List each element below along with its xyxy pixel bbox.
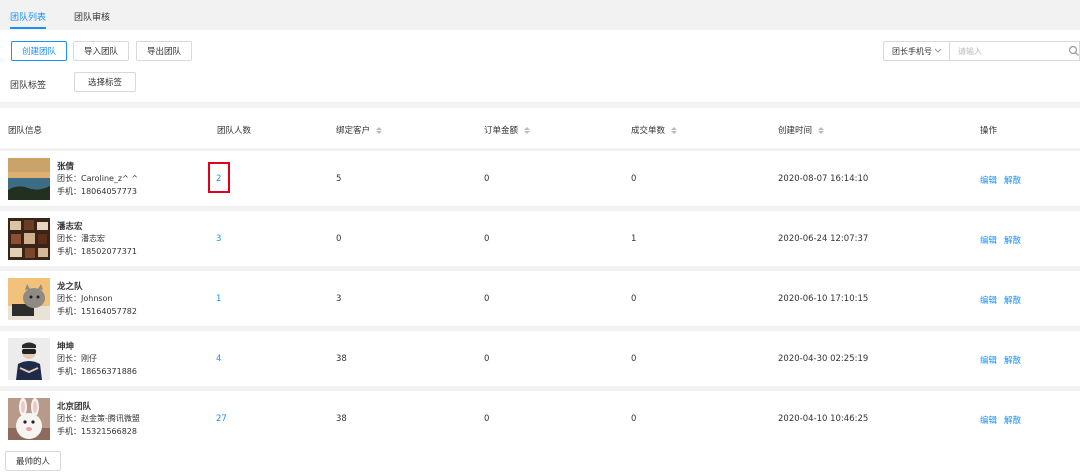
search-field-select[interactable]: 团长手机号 — [883, 41, 949, 61]
edit-button[interactable]: 编辑 — [980, 414, 997, 426]
sort-icon[interactable] — [376, 126, 383, 134]
deal-count: 0 — [631, 354, 637, 364]
create-team-button[interactable]: 创建团队 — [11, 41, 67, 61]
footer-bar: 最帅的人 — [0, 446, 1080, 476]
member-count-link[interactable]: 4 — [216, 354, 221, 364]
deal-count: 0 — [631, 174, 637, 184]
team-phone: 手机：18656371886 — [57, 367, 137, 376]
tab-team-review[interactable]: 团队审核 — [74, 10, 110, 23]
team-name: 张倩 — [57, 162, 75, 172]
team-leader: 团长：赵金策-腾讯微盟 — [57, 414, 140, 423]
created-time: 2020-06-24 12:07:37 — [778, 234, 869, 244]
team-name: 坤坤 — [57, 342, 75, 352]
sort-icon[interactable] — [524, 126, 531, 134]
team-phone: 手机：18502077371 — [57, 247, 137, 256]
order-amount: 0 — [484, 234, 490, 244]
dissolve-button[interactable]: 解散 — [1004, 234, 1021, 246]
export-team-button[interactable]: 导出团队 — [136, 41, 192, 61]
member-count-link[interactable]: 1 — [216, 294, 221, 304]
team-table: 团队信息 团队人数 绑定客户 订单金额 成交单数 创建时间 操作 张倩 团长：C… — [0, 108, 1080, 446]
table-header: 团队信息 团队人数 绑定客户 订单金额 成交单数 创建时间 操作 — [0, 108, 1080, 148]
team-avatar — [8, 398, 50, 440]
deal-count: 1 — [631, 234, 637, 244]
team-leader: 团长：Caroline_z^ ^ — [57, 174, 139, 183]
edit-button[interactable]: 编辑 — [980, 294, 997, 306]
dissolve-button[interactable]: 解散 — [1004, 294, 1021, 306]
created-time: 2020-04-10 10:46:25 — [778, 414, 869, 424]
team-phone: 手机：15321566828 — [57, 427, 137, 436]
table-row: 潘志宏 团长：潘志宏 手机：18502077371 3 0 0 1 2020-0… — [0, 211, 1080, 266]
table-row: 坤坤 团长：刚仔 手机：18656371886 4 38 0 0 2020-04… — [0, 331, 1080, 386]
member-count-link[interactable]: 2 — [216, 174, 221, 184]
column-team-info: 团队信息 — [8, 126, 43, 136]
edit-button[interactable]: 编辑 — [980, 354, 997, 366]
edit-button[interactable]: 编辑 — [980, 234, 997, 246]
dissolve-button[interactable]: 解散 — [1004, 414, 1021, 426]
dissolve-button[interactable]: 解散 — [1004, 354, 1021, 366]
team-avatar — [8, 218, 50, 260]
sort-icon[interactable] — [671, 126, 678, 134]
chevron-down-icon — [934, 47, 942, 56]
select-tag-button[interactable]: 选择标签 — [74, 72, 136, 92]
bound-customers: 38 — [336, 414, 347, 424]
team-leader: 团长：刚仔 — [57, 354, 97, 363]
table-row: 北京团队 团长：赵金策-腾讯微盟 手机：15321566828 27 38 0 … — [0, 391, 1080, 446]
bound-customers: 0 — [336, 234, 342, 244]
bound-customers: 5 — [336, 174, 342, 184]
created-time: 2020-04-30 02:25:19 — [778, 354, 869, 364]
member-count-link[interactable]: 27 — [216, 414, 227, 424]
team-name: 龙之队 — [57, 282, 83, 292]
tab-team-list[interactable]: 团队列表 — [10, 10, 46, 23]
team-phone: 手机：15164057782 — [57, 307, 137, 316]
import-team-button[interactable]: 导入团队 — [73, 41, 129, 61]
toolbar: 创建团队 导入团队 导出团队 团队标签 选择标签 团长手机号 请输入 — [0, 30, 1080, 102]
created-time: 2020-08-07 16:14:10 — [778, 174, 869, 184]
team-avatar — [8, 278, 50, 320]
edit-button[interactable]: 编辑 — [980, 174, 997, 186]
column-created-time[interactable]: 创建时间 — [778, 124, 825, 136]
search-input[interactable]: 请输入 — [949, 41, 1080, 61]
team-name: 北京团队 — [57, 402, 92, 412]
deal-count: 0 — [631, 294, 637, 304]
table-row: 张倩 团长：Caroline_z^ ^ 手机：18064057773 2 5 0… — [0, 151, 1080, 206]
member-count-link[interactable]: 3 — [216, 234, 221, 244]
column-order-amount[interactable]: 订单金额 — [484, 124, 531, 136]
order-amount: 0 — [484, 174, 490, 184]
tag-chip[interactable]: 最帅的人 — [5, 451, 61, 471]
bound-customers: 3 — [336, 294, 342, 304]
search-icon[interactable] — [1067, 44, 1080, 58]
order-amount: 0 — [484, 294, 490, 304]
column-bound-customers[interactable]: 绑定客户 — [336, 124, 383, 136]
team-phone: 手机：18064057773 — [57, 187, 137, 196]
bound-customers: 38 — [336, 354, 347, 364]
team-tag-label: 团队标签 — [10, 81, 47, 91]
sort-icon[interactable] — [818, 126, 825, 134]
team-avatar — [8, 338, 50, 380]
active-tab-indicator — [10, 27, 46, 29]
column-deal-count[interactable]: 成交单数 — [631, 124, 678, 136]
team-leader: 团长：潘志宏 — [57, 234, 105, 243]
column-actions: 操作 — [980, 126, 998, 136]
team-name: 潘志宏 — [57, 222, 83, 232]
dissolve-button[interactable]: 解散 — [1004, 174, 1021, 186]
order-amount: 0 — [484, 414, 490, 424]
tab-bar: 团队列表 团队审核 — [0, 0, 1080, 30]
team-avatar — [8, 158, 50, 200]
team-leader: 团长：Johnson — [57, 294, 113, 303]
search-field-value: 团长手机号 — [892, 46, 932, 56]
table-row: 龙之队 团长：Johnson 手机：15164057782 1 3 0 0 20… — [0, 271, 1080, 326]
search-placeholder: 请输入 — [958, 46, 982, 56]
created-time: 2020-06-10 17:10:15 — [778, 294, 869, 304]
column-member-count: 团队人数 — [217, 126, 252, 136]
deal-count: 0 — [631, 414, 637, 424]
order-amount: 0 — [484, 354, 490, 364]
